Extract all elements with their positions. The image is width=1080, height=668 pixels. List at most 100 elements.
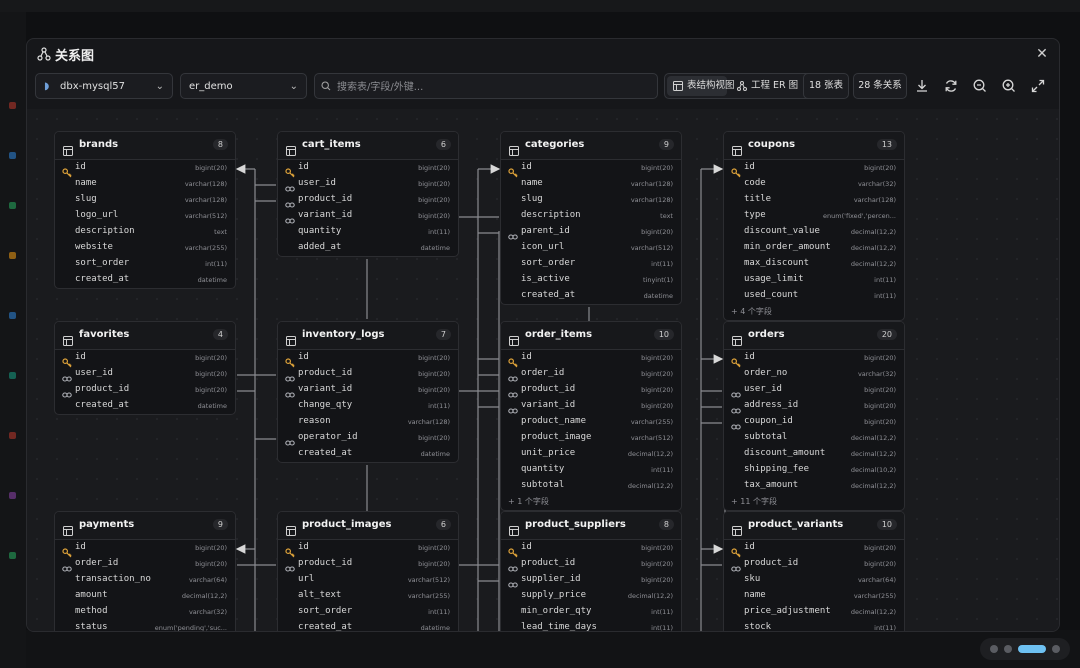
connection-select[interactable]: ◗ dbx-mysql57 ⌄ [35,73,173,99]
field-row[interactable]: transaction_no varchar(64) [55,572,235,588]
field-row[interactable]: supplier_id bigint(20) [501,572,681,588]
field-row[interactable]: discount_amount decimal(12,2) [724,446,904,462]
field-row[interactable]: type enum('fixed','percen... [724,208,904,224]
table-count-badge[interactable]: 18 张表 [803,73,849,99]
field-row[interactable]: product_id bigint(20) [724,556,904,572]
table-card-header[interactable]: favorites 4 [55,322,235,350]
field-row[interactable]: description text [55,224,235,240]
table-card-header[interactable]: coupons 13 [724,132,904,160]
field-row[interactable]: icon_url varchar(512) [501,240,681,256]
field-row[interactable]: slug varchar(128) [55,192,235,208]
table-card-header[interactable]: orders 20 [724,322,904,350]
field-row[interactable]: id bigint(20) [724,540,904,558]
field-row[interactable]: id bigint(20) [55,160,235,178]
zoom-out-icon[interactable] [971,77,989,95]
field-row[interactable]: lead_time_days int(11) [501,620,681,631]
field-row[interactable]: website varchar(255) [55,240,235,256]
tab-table-structure[interactable]: 表结构视图 [667,76,735,96]
table-card-coupons[interactable]: coupons 13 id bigint(20) code varchar(32) titl… [723,131,905,321]
refresh-icon[interactable] [942,77,960,95]
table-card-brands[interactable]: brands 8 id bigint(20) name varchar(128) slug v… [54,131,236,289]
more-fields-link[interactable]: + 1 个字段 [501,494,681,510]
table-card-payments[interactable]: payments 9 id bigint(20) order_id bigint(20) t… [54,511,236,631]
table-card-inventory-logs[interactable]: inventory_logs 7 id bigint(20) product_id big… [277,321,459,463]
field-row[interactable]: id bigint(20) [501,540,681,558]
table-card-header[interactable]: categories 9 [501,132,681,160]
field-row[interactable]: status enum('pending','suc... [55,620,235,631]
field-row[interactable]: parent_id bigint(20) [501,224,681,240]
field-row[interactable]: sort_order int(11) [55,256,235,272]
table-card-cart-items[interactable]: cart_items 6 id bigint(20) user_id bigint(20)… [277,131,459,257]
field-row[interactable]: slug varchar(128) [501,192,681,208]
field-row[interactable]: quantity int(11) [278,224,458,240]
field-row[interactable]: code varchar(32) [724,176,904,192]
field-row[interactable]: variant_id bigint(20) [278,382,458,398]
field-row[interactable]: sku varchar(64) [724,572,904,588]
field-row[interactable]: discount_value decimal(12,2) [724,224,904,240]
field-row[interactable]: used_count int(11) [724,288,904,304]
field-row[interactable]: product_id bigint(20) [278,366,458,382]
field-row[interactable]: user_id bigint(20) [724,382,904,398]
field-row[interactable]: order_id bigint(20) [55,556,235,572]
field-row[interactable]: product_name varchar(255) [501,414,681,430]
er-canvas[interactable]: brands 8 id bigint(20) name varchar(128) slug v… [27,109,1059,631]
database-select[interactable]: er_demo ⌄ [180,73,307,99]
field-row[interactable]: url varchar(512) [278,572,458,588]
field-row[interactable]: unit_price decimal(12,2) [501,446,681,462]
field-row[interactable]: product_image varchar(512) [501,430,681,446]
field-row[interactable]: reason varchar(128) [278,414,458,430]
table-card-header[interactable]: inventory_logs 7 [278,322,458,350]
field-row[interactable]: id bigint(20) [724,350,904,368]
field-row[interactable]: operator_id bigint(20) [278,430,458,446]
more-fields-link[interactable]: + 4 个字段 [724,304,904,320]
field-row[interactable]: supply_price decimal(12,2) [501,588,681,604]
field-row[interactable]: created_at datetime [501,288,681,304]
page-indicator[interactable] [980,638,1070,660]
field-row[interactable]: alt_text varchar(255) [278,588,458,604]
field-row[interactable]: min_order_amount decimal(12,2) [724,240,904,256]
field-row[interactable]: id bigint(20) [501,160,681,178]
field-row[interactable]: id bigint(20) [278,160,458,178]
field-row[interactable]: id bigint(20) [278,350,458,368]
more-fields-link[interactable]: + 11 个字段 [724,494,904,510]
table-card-product-images[interactable]: product_images 6 id bigint(20) product_id big… [277,511,459,631]
field-row[interactable]: shipping_fee decimal(10,2) [724,462,904,478]
field-row[interactable]: subtotal decimal(12,2) [724,430,904,446]
field-row[interactable]: variant_id bigint(20) [501,398,681,414]
field-row[interactable]: id bigint(20) [55,540,235,558]
table-card-header[interactable]: order_items 10 [501,322,681,350]
download-icon[interactable] [913,77,931,95]
field-row[interactable]: user_id bigint(20) [55,366,235,382]
field-row[interactable]: address_id bigint(20) [724,398,904,414]
table-card-header[interactable]: brands 8 [55,132,235,160]
field-row[interactable]: created_at datetime [55,272,235,288]
field-row[interactable]: is_active tinyint(1) [501,272,681,288]
field-row[interactable]: id bigint(20) [501,350,681,368]
field-row[interactable]: product_id bigint(20) [278,556,458,572]
field-row[interactable]: order_id bigint(20) [501,366,681,382]
field-row[interactable]: product_id bigint(20) [55,382,235,398]
field-row[interactable]: usage_limit int(11) [724,272,904,288]
field-row[interactable]: sort_order int(11) [501,256,681,272]
table-card-order-items[interactable]: order_items 10 id bigint(20) order_id bigint(… [500,321,682,511]
table-card-header[interactable]: product_variants 10 [724,512,904,540]
relation-count-badge[interactable]: 28 条关系 [853,73,907,99]
field-row[interactable]: tax_amount decimal(12,2) [724,478,904,494]
field-row[interactable]: sort_order int(11) [278,604,458,620]
field-row[interactable]: subtotal decimal(12,2) [501,478,681,494]
field-row[interactable]: name varchar(128) [501,176,681,192]
zoom-in-icon[interactable] [1000,77,1018,95]
table-card-header[interactable]: payments 9 [55,512,235,540]
fullscreen-icon[interactable] [1029,77,1047,95]
table-card-product-suppliers[interactable]: product_suppliers 8 id bigint(20) product_id… [500,511,682,631]
field-row[interactable]: variant_id bigint(20) [278,208,458,224]
table-card-header[interactable]: cart_items 6 [278,132,458,160]
close-icon[interactable]: ✕ [1033,45,1051,63]
field-row[interactable]: method varchar(32) [55,604,235,620]
search-box[interactable] [314,73,658,100]
search-input[interactable] [335,74,649,100]
field-row[interactable]: product_id bigint(20) [501,556,681,572]
field-row[interactable]: change_qty int(11) [278,398,458,414]
field-row[interactable]: price_adjustment decimal(12,2) [724,604,904,620]
table-card-product-variants[interactable]: product_variants 10 id bigint(20) product_id… [723,511,905,631]
